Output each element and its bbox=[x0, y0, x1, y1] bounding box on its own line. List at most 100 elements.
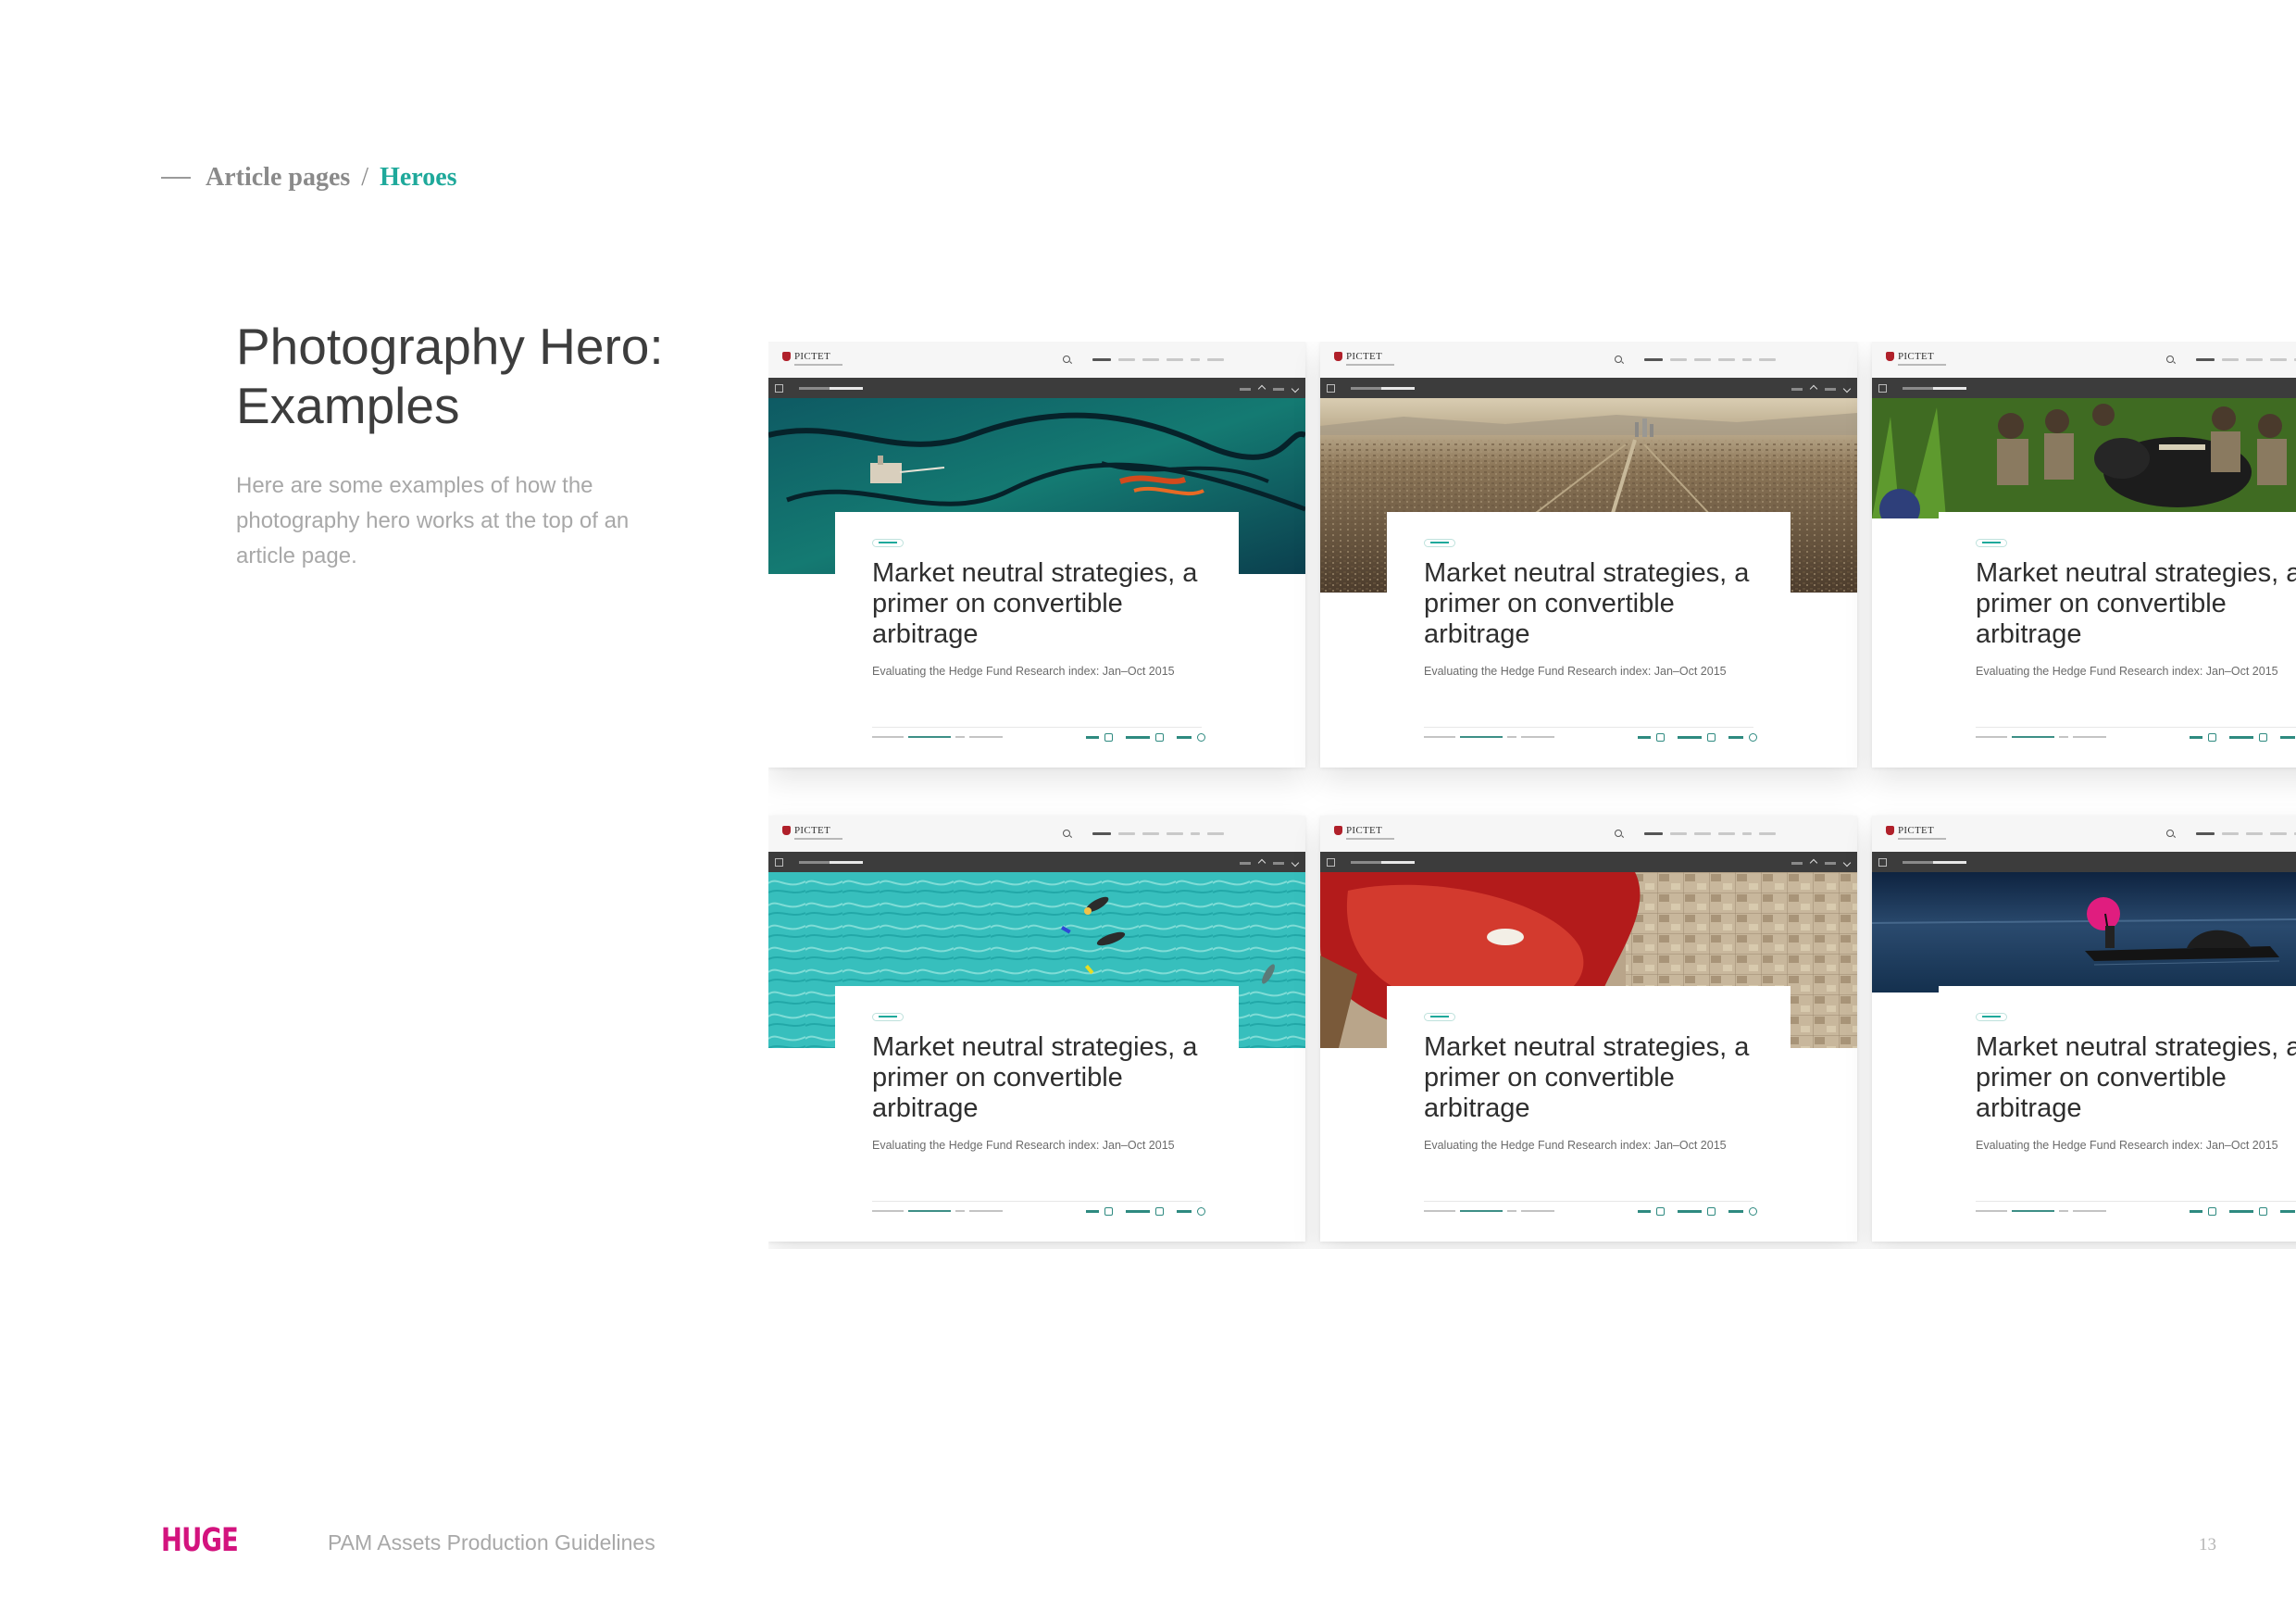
chevron-up-icon[interactable] bbox=[1257, 858, 1267, 868]
nav-link-placeholder[interactable] bbox=[1718, 832, 1735, 835]
nav-link-placeholder[interactable] bbox=[1142, 832, 1159, 835]
download-icon[interactable] bbox=[1707, 733, 1716, 742]
share-label[interactable] bbox=[1728, 1210, 1743, 1213]
grid-menu-icon[interactable] bbox=[1327, 384, 1335, 393]
print-label[interactable] bbox=[2190, 736, 2202, 739]
print-label[interactable] bbox=[1086, 736, 1099, 739]
previous-label[interactable] bbox=[1791, 387, 1803, 391]
category-tag[interactable] bbox=[1424, 1013, 1455, 1021]
previous-label[interactable] bbox=[1791, 861, 1803, 865]
nav-link-placeholder[interactable] bbox=[2196, 832, 2215, 835]
breadcrumb-section[interactable]: Article pages bbox=[206, 163, 350, 193]
reading-from-group[interactable] bbox=[830, 387, 863, 390]
download-label[interactable] bbox=[1126, 1210, 1150, 1213]
byline-author[interactable] bbox=[1460, 736, 1503, 738]
download-icon[interactable] bbox=[2259, 1207, 2267, 1216]
nav-link-placeholder[interactable] bbox=[1207, 832, 1224, 835]
pictet-logo[interactable]: PICTET bbox=[1886, 351, 1934, 362]
print-label[interactable] bbox=[2190, 1210, 2202, 1213]
reading-from-group[interactable] bbox=[1933, 861, 1966, 864]
share-icon[interactable] bbox=[1197, 1207, 1205, 1216]
chevron-up-icon[interactable] bbox=[1809, 384, 1818, 393]
download-label[interactable] bbox=[2229, 1210, 2253, 1213]
next-label[interactable] bbox=[1825, 861, 1836, 865]
download-icon[interactable] bbox=[2259, 733, 2267, 742]
previous-label[interactable] bbox=[1240, 861, 1251, 865]
nav-link-placeholder[interactable] bbox=[1092, 832, 1111, 835]
byline-author[interactable] bbox=[908, 1210, 951, 1212]
byline-author[interactable] bbox=[2012, 1210, 2054, 1212]
nav-link-placeholder[interactable] bbox=[1742, 358, 1752, 361]
print-icon[interactable] bbox=[1656, 1207, 1665, 1216]
chevron-down-icon[interactable] bbox=[1291, 858, 1300, 868]
share-icon[interactable] bbox=[1197, 733, 1205, 742]
chevron-down-icon[interactable] bbox=[1842, 384, 1852, 393]
reading-from-group[interactable] bbox=[1933, 387, 1966, 390]
print-label[interactable] bbox=[1638, 1210, 1651, 1213]
nav-link-placeholder[interactable] bbox=[1644, 358, 1663, 361]
byline-author[interactable] bbox=[908, 736, 951, 738]
search-icon[interactable] bbox=[2166, 830, 2174, 837]
nav-link-placeholder[interactable] bbox=[1092, 358, 1111, 361]
pictet-logo[interactable]: PICTET bbox=[1334, 825, 1382, 836]
download-label[interactable] bbox=[2229, 736, 2253, 739]
nav-link-placeholder[interactable] bbox=[1670, 358, 1687, 361]
search-icon[interactable] bbox=[1063, 830, 1070, 837]
pictet-logo[interactable]: PICTET bbox=[1334, 351, 1382, 362]
nav-link-placeholder[interactable] bbox=[1118, 832, 1135, 835]
chevron-up-icon[interactable] bbox=[1257, 384, 1267, 393]
print-label[interactable] bbox=[1638, 736, 1651, 739]
pictet-logo[interactable]: PICTET bbox=[782, 825, 830, 836]
print-icon[interactable] bbox=[1104, 733, 1113, 742]
byline-author[interactable] bbox=[1460, 1210, 1503, 1212]
chevron-down-icon[interactable] bbox=[1291, 384, 1300, 393]
previous-label[interactable] bbox=[1240, 387, 1251, 391]
nav-link-placeholder[interactable] bbox=[1670, 832, 1687, 835]
next-label[interactable] bbox=[1273, 387, 1284, 391]
share-icon[interactable] bbox=[1749, 733, 1757, 742]
nav-link-placeholder[interactable] bbox=[2270, 358, 2287, 361]
search-icon[interactable] bbox=[2166, 356, 2174, 363]
nav-link-placeholder[interactable] bbox=[1759, 358, 1776, 361]
search-icon[interactable] bbox=[1063, 356, 1070, 363]
grid-menu-icon[interactable] bbox=[775, 384, 783, 393]
reading-from-group[interactable] bbox=[1381, 387, 1415, 390]
pictet-logo[interactable]: PICTET bbox=[782, 351, 830, 362]
download-icon[interactable] bbox=[1155, 733, 1164, 742]
nav-link-placeholder[interactable] bbox=[1167, 358, 1183, 361]
download-label[interactable] bbox=[1678, 736, 1702, 739]
category-tag[interactable] bbox=[1976, 1013, 2007, 1021]
nav-link-placeholder[interactable] bbox=[2270, 832, 2287, 835]
nav-link-placeholder[interactable] bbox=[1142, 358, 1159, 361]
chevron-up-icon[interactable] bbox=[1809, 858, 1818, 868]
byline-author[interactable] bbox=[2012, 736, 2054, 738]
nav-link-placeholder[interactable] bbox=[2222, 832, 2239, 835]
print-icon[interactable] bbox=[1656, 733, 1665, 742]
pictet-logo[interactable]: PICTET bbox=[1886, 825, 1934, 836]
grid-menu-icon[interactable] bbox=[775, 858, 783, 867]
share-label[interactable] bbox=[1177, 1210, 1192, 1213]
share-label[interactable] bbox=[2280, 736, 2295, 739]
nav-link-placeholder[interactable] bbox=[2246, 832, 2263, 835]
download-label[interactable] bbox=[1678, 1210, 1702, 1213]
nav-link-placeholder[interactable] bbox=[1167, 832, 1183, 835]
nav-link-placeholder[interactable] bbox=[1118, 358, 1135, 361]
grid-menu-icon[interactable] bbox=[1878, 384, 1887, 393]
nav-link-placeholder[interactable] bbox=[1191, 358, 1200, 361]
nav-link-placeholder[interactable] bbox=[1759, 832, 1776, 835]
nav-link-placeholder[interactable] bbox=[1191, 832, 1200, 835]
nav-link-placeholder[interactable] bbox=[2246, 358, 2263, 361]
share-label[interactable] bbox=[1728, 736, 1743, 739]
nav-link-placeholder[interactable] bbox=[1694, 832, 1711, 835]
grid-menu-icon[interactable] bbox=[1878, 858, 1887, 867]
nav-link-placeholder[interactable] bbox=[1694, 358, 1711, 361]
nav-link-placeholder[interactable] bbox=[2196, 358, 2215, 361]
chevron-down-icon[interactable] bbox=[1842, 858, 1852, 868]
next-label[interactable] bbox=[1825, 387, 1836, 391]
reading-from-group[interactable] bbox=[1381, 861, 1415, 864]
print-icon[interactable] bbox=[2208, 1207, 2216, 1216]
print-label[interactable] bbox=[1086, 1210, 1099, 1213]
share-label[interactable] bbox=[2280, 1210, 2295, 1213]
grid-menu-icon[interactable] bbox=[1327, 858, 1335, 867]
nav-link-placeholder[interactable] bbox=[1742, 832, 1752, 835]
